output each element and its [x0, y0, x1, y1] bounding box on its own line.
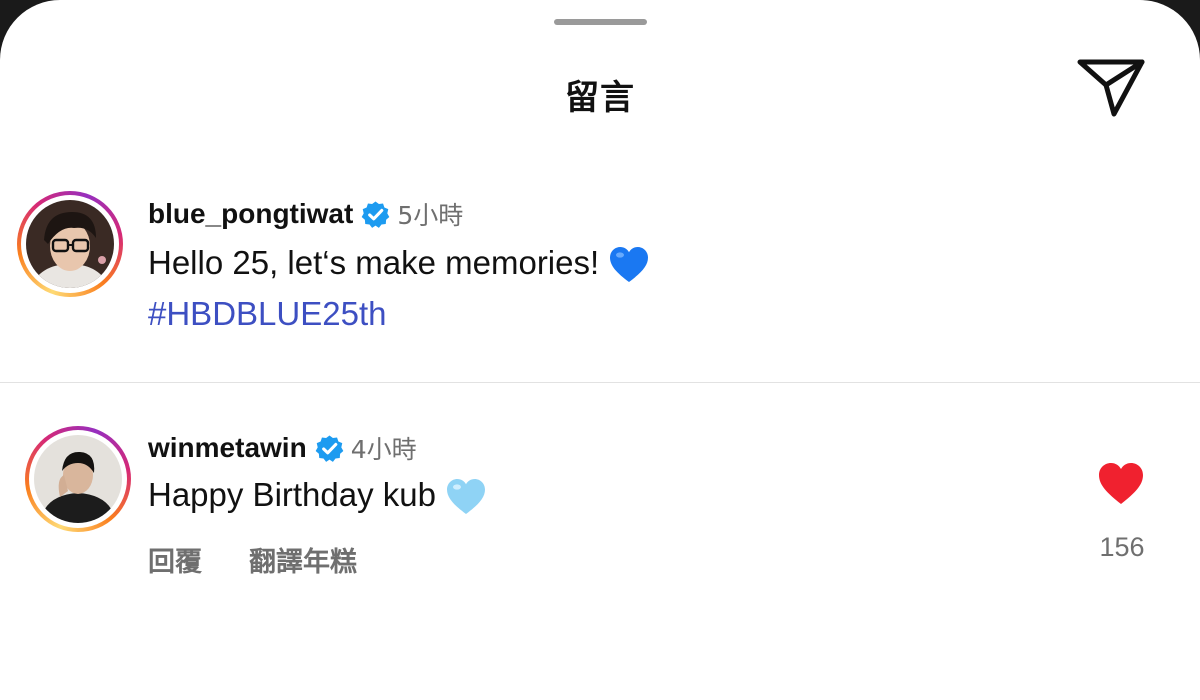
- verified-badge-icon: [361, 200, 390, 229]
- avatar[interactable]: [25, 426, 131, 532]
- avatar[interactable]: [17, 191, 123, 297]
- comment-body: Happy Birthday kub: [148, 476, 486, 516]
- sheet-title: 留言: [565, 78, 635, 118]
- translate-button[interactable]: 翻譯年糕: [249, 540, 357, 579]
- comment-timestamp: 4小時: [350, 435, 417, 464]
- profile-photo: [34, 435, 122, 523]
- paper-plane-icon: [1077, 59, 1145, 117]
- like-button[interactable]: [1098, 462, 1144, 506]
- comment-text: Happy Birthday kub: [148, 476, 436, 513]
- blue-heart-emoji: [609, 246, 649, 284]
- verified-badge-icon: [315, 434, 344, 463]
- comment-hashtag[interactable]: #HBDBLUE25th: [148, 295, 386, 333]
- comment-username[interactable]: winmetawin: [148, 432, 307, 464]
- light-blue-heart-emoji: [446, 478, 486, 516]
- heart-filled-icon: [1099, 463, 1143, 504]
- share-button[interactable]: [1076, 56, 1146, 118]
- comment-username[interactable]: blue_pongtiwat: [148, 198, 353, 230]
- comments-sheet: 留言 blue_pongtiwat 5小時 Hello 25, let‘s ma…: [0, 0, 1200, 700]
- sheet-drag-handle[interactable]: [554, 19, 647, 25]
- comment-divider: [0, 382, 1200, 383]
- like-count: 156: [1099, 532, 1145, 562]
- profile-photo: [26, 200, 114, 288]
- reply-button[interactable]: 回覆: [148, 540, 202, 579]
- comment-timestamp: 5小時: [397, 201, 464, 230]
- comment-text: Hello 25, let‘s make memories!: [148, 244, 600, 281]
- comment-body: Hello 25, let‘s make memories!: [148, 244, 649, 284]
